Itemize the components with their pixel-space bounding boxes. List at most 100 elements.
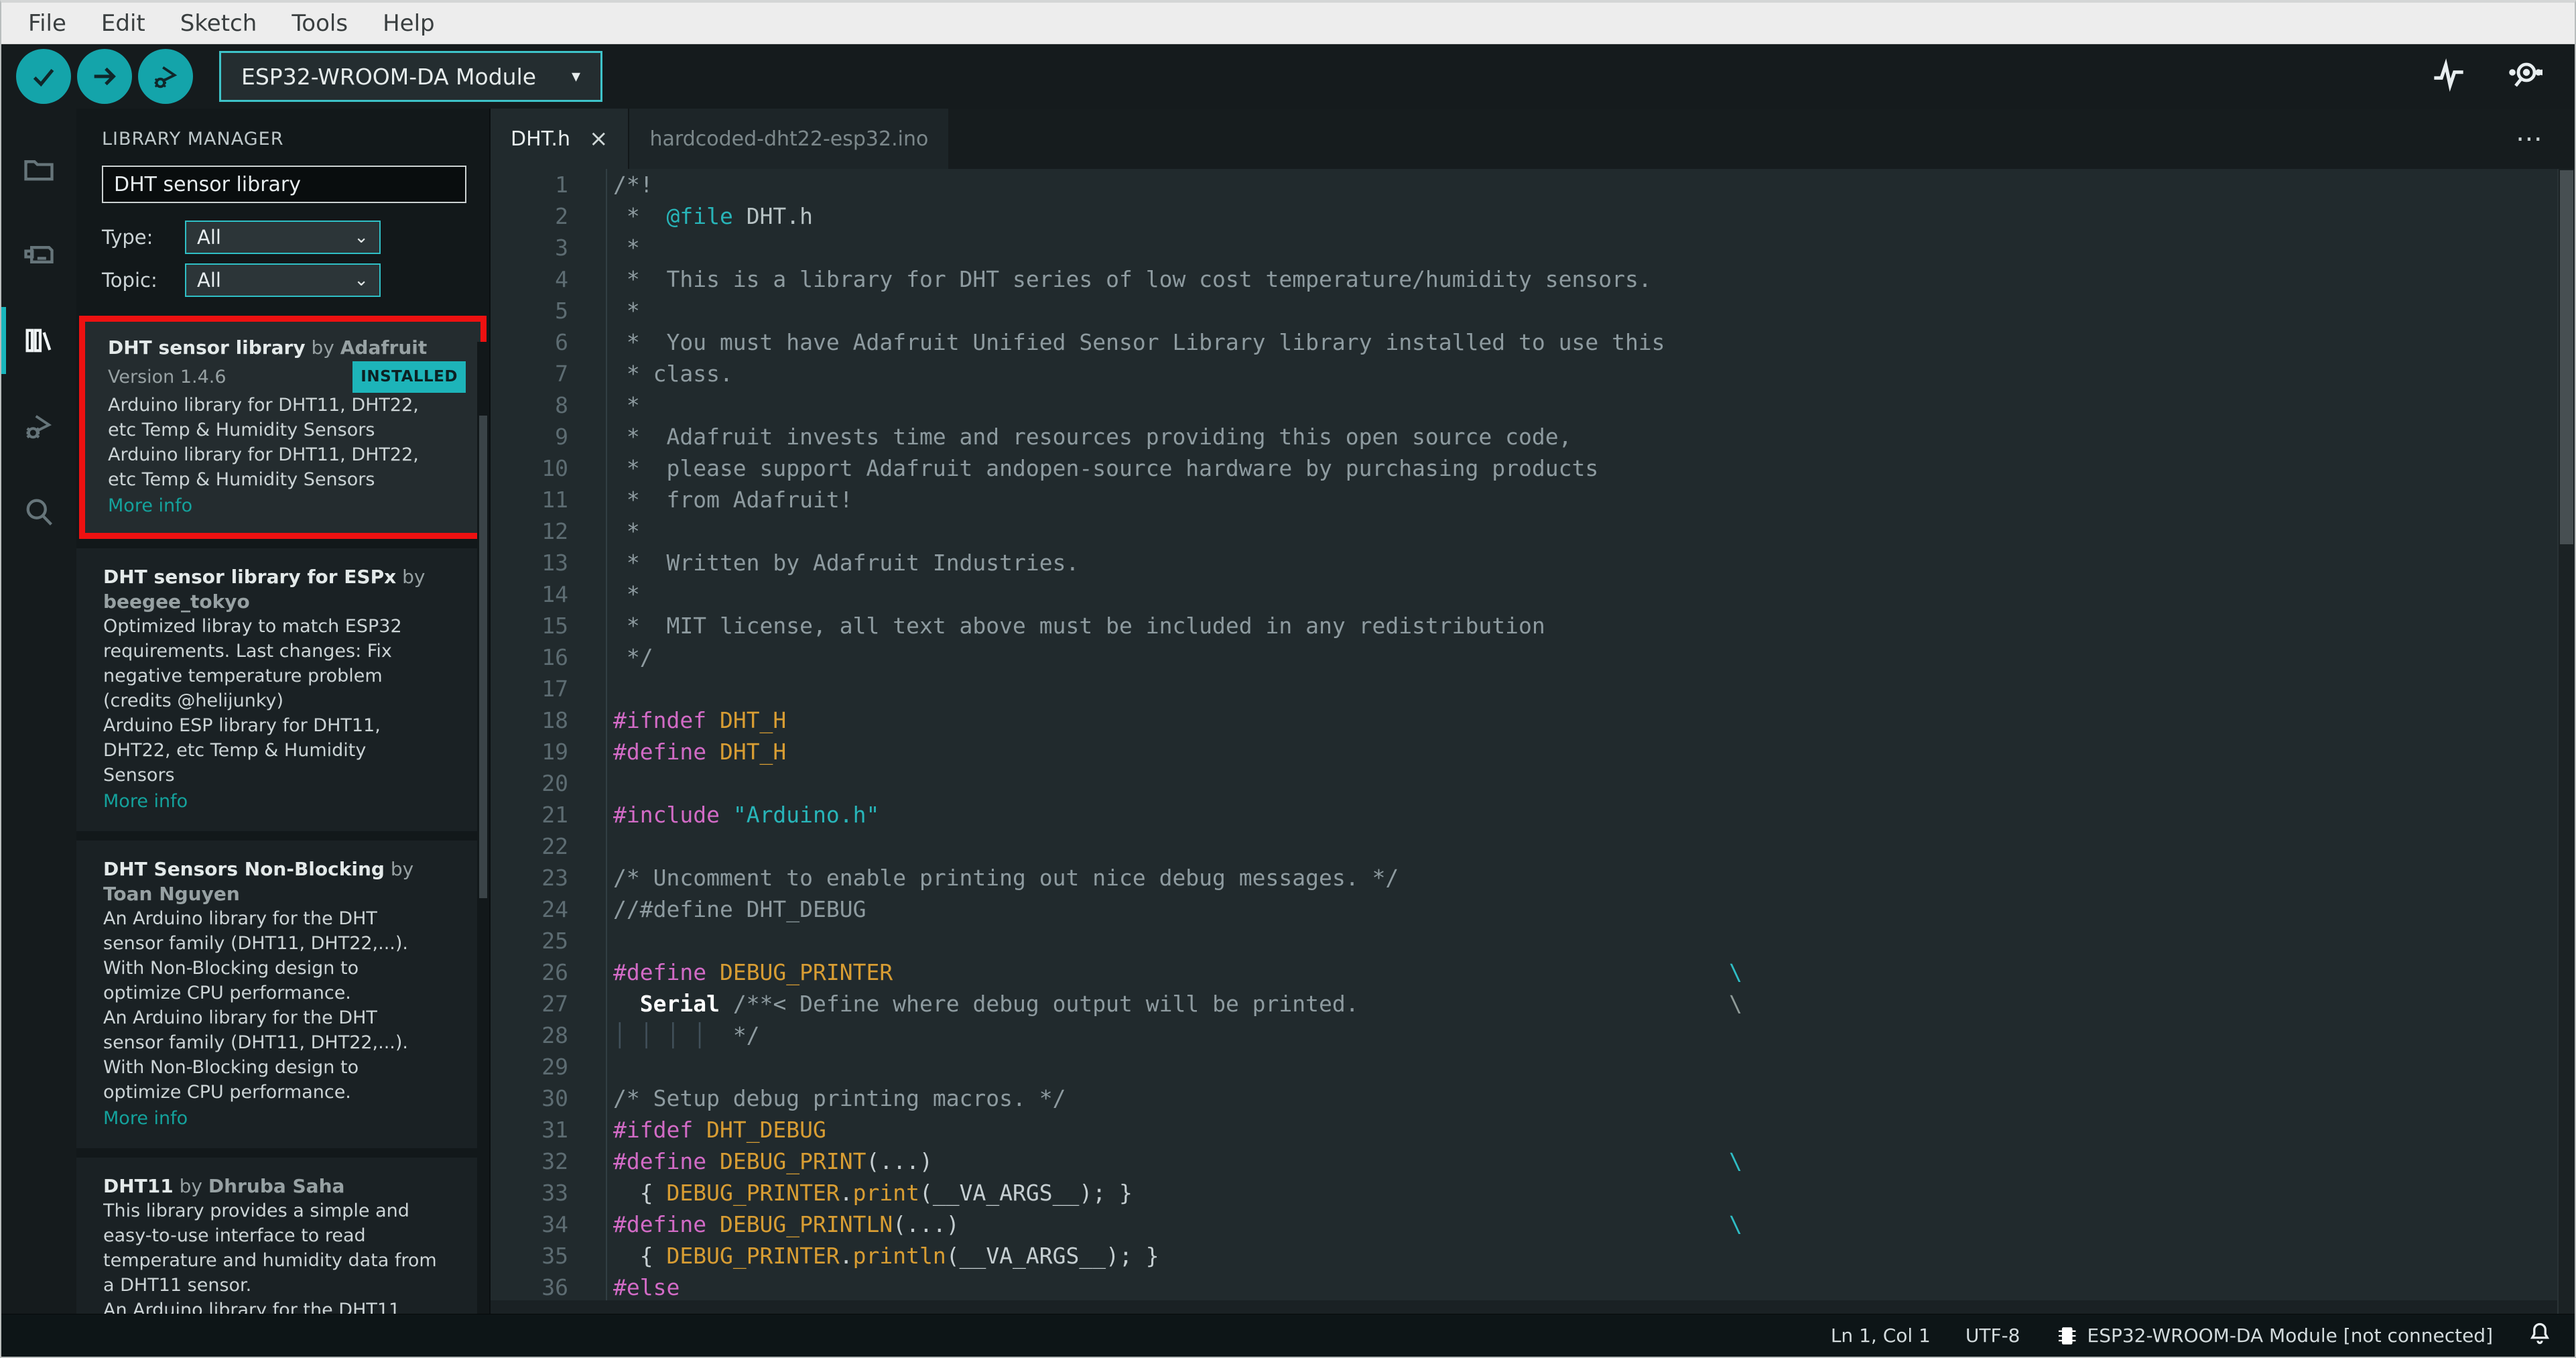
- line-number: 24: [541, 896, 568, 922]
- more-actions-icon[interactable]: ⋯: [2516, 123, 2547, 154]
- activity-bar: [1, 109, 76, 1314]
- sidebar-item-boards-manager[interactable]: [1, 212, 76, 298]
- line-number: 3: [555, 235, 568, 261]
- close-icon[interactable]: ×: [589, 127, 608, 150]
- arrow-right-icon: [94, 67, 116, 86]
- library-description-line: etc Temp & Humidity Sensors: [108, 469, 375, 490]
- chevron-down-icon: ⌄: [354, 227, 369, 247]
- scrollbar-thumb[interactable]: [2560, 170, 2573, 544]
- line-number: 20: [541, 770, 568, 796]
- notifications-bell-icon[interactable]: [2528, 1320, 2552, 1351]
- menu-item-tools[interactable]: Tools: [274, 10, 365, 37]
- status-board[interactable]: ESP32-WROOM-DA Module [not connected]: [2055, 1323, 2493, 1349]
- library-description-line: An Arduino library for the DHT: [103, 1007, 377, 1028]
- line-number: 31: [541, 1117, 568, 1143]
- chevron-down-icon: ⌄: [354, 270, 369, 290]
- code-editor[interactable]: 1/*! 2 * @file DHT.h 3 * 4 * This is a libr…: [491, 169, 2575, 1314]
- sidebar-item-search[interactable]: [1, 469, 76, 555]
- tab-hardcoded-dht22-esp32-ino[interactable]: hardcoded-dht22-esp32.ino: [628, 109, 949, 169]
- panel-scrollbar[interactable]: [477, 342, 489, 1314]
- line-number: 17: [541, 676, 568, 702]
- type-filter-select[interactable]: All ⌄: [185, 221, 381, 254]
- line-number: 15: [541, 613, 568, 639]
- code-line: 22: [491, 830, 2575, 862]
- more-info-link[interactable]: More info: [103, 1106, 472, 1131]
- horizontal-scrollbar[interactable]: [491, 1300, 2557, 1314]
- code-line: 25: [491, 925, 2575, 956]
- serial-plotter-icon[interactable]: [2431, 58, 2466, 95]
- code-line: 28 │ │ │ │ */: [491, 1020, 2575, 1051]
- line-continuation-backslash: \: [1729, 991, 1742, 1017]
- line-number: 1: [555, 172, 568, 198]
- code-line: 18 #ifndef DHT_H: [491, 704, 2575, 736]
- tab-dht-h[interactable]: DHT.h ×: [491, 109, 629, 169]
- code-line: 20: [491, 767, 2575, 799]
- serial-monitor-icon[interactable]: [2508, 58, 2545, 95]
- line-number: 35: [541, 1243, 568, 1269]
- code-line: 7 * class.: [491, 358, 2575, 389]
- menu-item-file[interactable]: File: [11, 10, 84, 37]
- line-number: 4: [555, 266, 568, 292]
- editor-scrollbar[interactable]: [2557, 169, 2575, 1314]
- more-info-link[interactable]: More info: [108, 493, 466, 518]
- code-line: 21 #include "Arduino.h": [491, 799, 2575, 830]
- code-line: 8 *: [491, 389, 2575, 421]
- menu-item-sketch[interactable]: Sketch: [163, 10, 275, 37]
- sidebar-item-library-manager[interactable]: [1, 298, 76, 383]
- library-manager-panel: LIBRARY MANAGER Type: All ⌄ Topic: All ⌄: [76, 109, 491, 1314]
- library-description-line: An Arduino library for the DHT: [103, 908, 377, 929]
- sidebar-item-debug[interactable]: [1, 383, 76, 469]
- menu-item-help[interactable]: Help: [365, 10, 452, 37]
- search-input[interactable]: [102, 166, 466, 203]
- upload-button[interactable]: [77, 49, 132, 104]
- library-description-line: Optimized libray to match ESP32: [103, 616, 402, 637]
- code-line: 29: [491, 1051, 2575, 1083]
- folder-icon: [24, 160, 54, 181]
- arduino-ide-window: File Edit Sketch Tools Help ESP32-WROOM-DA M…: [0, 0, 2576, 1358]
- more-info-link[interactable]: More info: [103, 789, 472, 814]
- verify-button[interactable]: [16, 49, 71, 104]
- status-encoding[interactable]: UTF-8: [1966, 1324, 2020, 1347]
- sidebar-item-sketchbook[interactable]: [1, 126, 76, 212]
- chip-icon: [2058, 1326, 2075, 1345]
- library-description-line: sensor family (DHT11, DHT22,...).: [103, 1032, 409, 1053]
- line-number: 10: [541, 455, 568, 481]
- code-line: 31 #ifdef DHT_DEBUG: [491, 1114, 2575, 1146]
- code-line: 4 * This is a library for DHT series of …: [491, 263, 2575, 295]
- line-number: 25: [541, 928, 568, 954]
- library-entry[interactable]: DHT sensor library for ESPx by beegee_to…: [76, 548, 489, 831]
- editor-area: DHT.h × hardcoded-dht22-esp32.ino ⋯ 1/*!…: [491, 109, 2575, 1314]
- line-number: 30: [541, 1085, 568, 1111]
- code-line: 26 #define DEBUG_PRINTER \: [491, 956, 2575, 988]
- code-line: 30/* Setup debug printing macros. */: [491, 1083, 2575, 1114]
- status-cursor-position[interactable]: Ln 1, Col 1: [1831, 1324, 1931, 1347]
- line-number: 9: [555, 424, 568, 450]
- type-filter-label: Type:: [102, 226, 153, 249]
- library-description-line: An Arduino library for the DHT11: [103, 1300, 401, 1314]
- library-entry[interactable]: DHT sensor library by Adafruit Version 1.…: [79, 316, 487, 539]
- debug-button[interactable]: [138, 49, 193, 104]
- line-number: 5: [555, 298, 568, 324]
- library-description-line: optimize CPU performance.: [103, 1082, 351, 1103]
- board-selector[interactable]: ESP32-WROOM-DA Module ▾: [219, 51, 602, 102]
- code-line: 2 * @file DHT.h: [491, 200, 2575, 232]
- library-description-line: a DHT11 sensor.: [103, 1275, 252, 1296]
- library-entry[interactable]: DHT11 by Dhruba Saha This library provide…: [76, 1158, 489, 1314]
- code-line: 13 * Written by Adafruit Industries.: [491, 547, 2575, 578]
- line-number: 18: [541, 707, 568, 733]
- line-number: 12: [541, 518, 568, 544]
- code-line: 24//#define DHT_DEBUG: [491, 893, 2575, 925]
- library-entry[interactable]: DHT Sensors Non-Blocking by Toan Nguyen A…: [76, 841, 489, 1148]
- library-description-line: DHT22, etc Temp & Humidity: [103, 740, 367, 761]
- code-line: 23/* Uncomment to enable printing out ni…: [491, 862, 2575, 893]
- line-number: 26: [541, 959, 568, 985]
- line-number: 22: [541, 833, 568, 859]
- menu-item-edit[interactable]: Edit: [84, 10, 163, 37]
- library-description-line: With Non-Blocking design to: [103, 958, 359, 979]
- editor-tab-bar: DHT.h × hardcoded-dht22-esp32.ino ⋯: [491, 109, 2575, 169]
- code-line: 33 { DEBUG_PRINTER.print(__VA_ARGS__); }: [491, 1177, 2575, 1209]
- line-number: 21: [541, 802, 568, 828]
- topic-filter-select[interactable]: All ⌄: [185, 263, 381, 297]
- library-list: DHT sensor library by Adafruit Version 1.…: [76, 316, 489, 1314]
- line-number: 28: [541, 1022, 568, 1048]
